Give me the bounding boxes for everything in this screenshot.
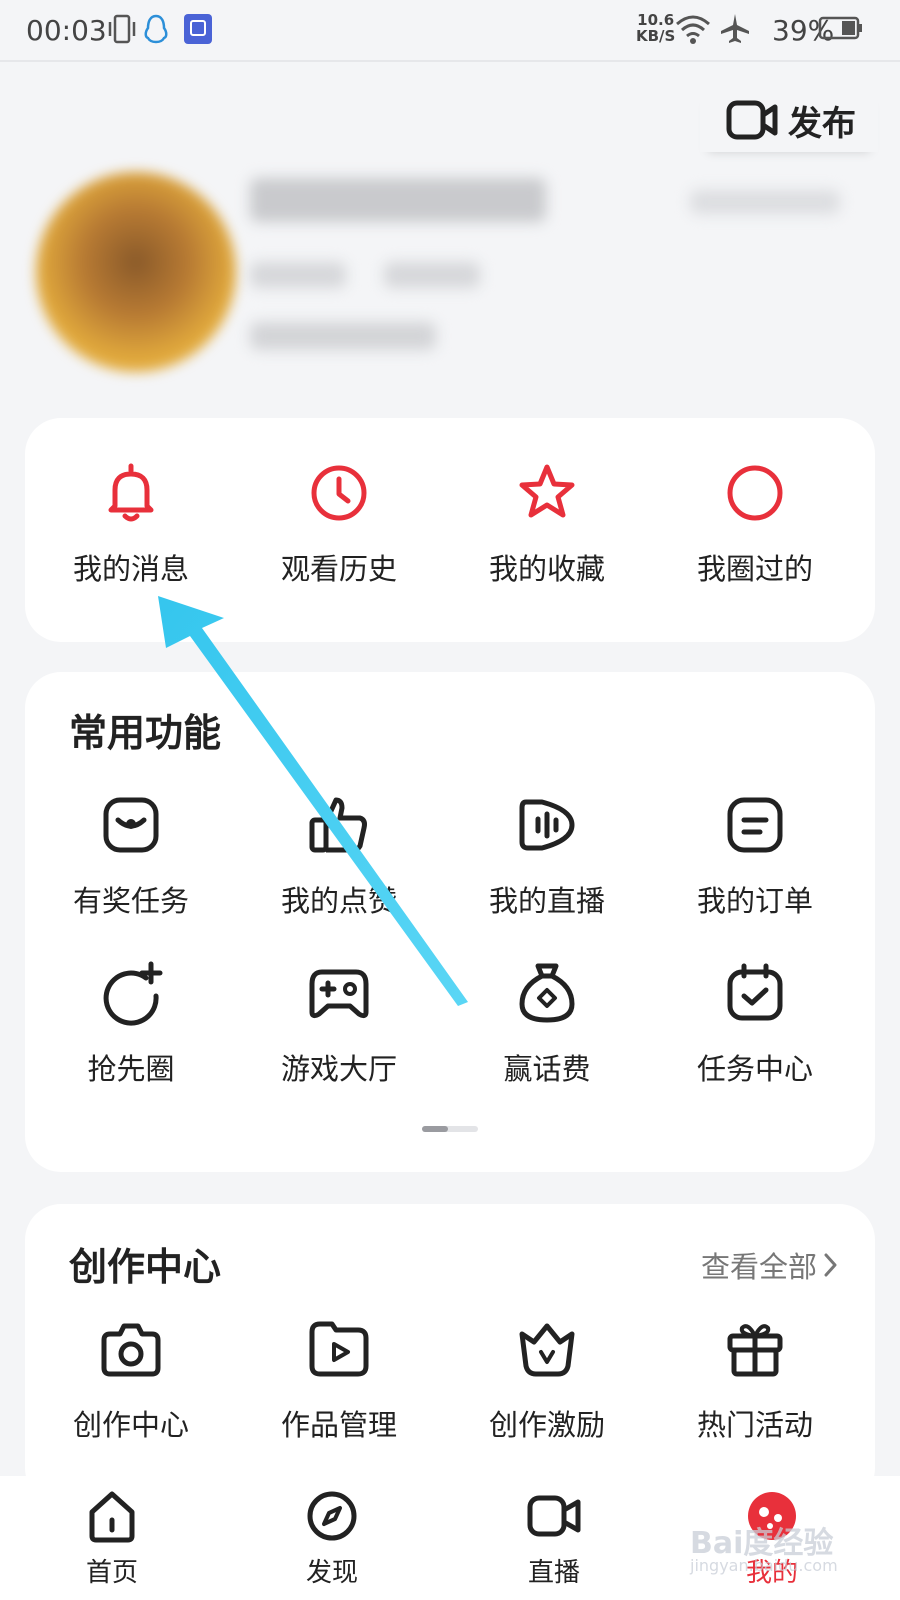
qq-icon: [144, 14, 168, 44]
function-task-center[interactable]: 任务中心: [649, 958, 861, 1088]
tab-label: 直播: [527, 1558, 580, 1588]
function-label: 任务中心: [696, 1052, 813, 1086]
creation-center-card: 创作中心 查看全部 创作中心 作品管理 创作激励 热门活动: [25, 1204, 875, 1504]
calendar-check-icon: [727, 963, 783, 1021]
creation-incentive[interactable]: 创作激励: [441, 1314, 653, 1444]
function-early-circle[interactable]: 抢先圈: [25, 958, 237, 1088]
camera-icon: [101, 1323, 161, 1377]
profile-link-redacted[interactable]: [690, 190, 840, 214]
quick-action-my-favorites[interactable]: 我的收藏: [441, 458, 653, 588]
profile-stat-redacted: [384, 262, 480, 288]
creation-hot-events[interactable]: 热门活动: [649, 1314, 861, 1444]
quick-action-label: 我的收藏: [488, 552, 605, 586]
video-folder-icon: [309, 1321, 369, 1377]
tab-discover[interactable]: 发现: [272, 1488, 392, 1589]
quick-action-my-circled[interactable]: 我圈过的: [649, 458, 861, 588]
network-speed-unit: KB/S: [636, 27, 676, 45]
quick-actions-card: 我的消息 观看历史 我的收藏 我圈过的: [25, 418, 875, 642]
airplane-mode-icon: [721, 14, 749, 43]
battery-icon: [818, 16, 862, 40]
tab-label: 发现: [305, 1558, 358, 1588]
creation-label: 热门活动: [696, 1408, 813, 1442]
quick-action-watch-history[interactable]: 观看历史: [233, 458, 445, 588]
function-my-orders[interactable]: 我的订单: [649, 790, 861, 920]
gift-icon: [727, 1324, 783, 1377]
tab-home[interactable]: 首页: [52, 1488, 172, 1589]
function-label: 有奖任务: [72, 884, 189, 918]
live-stream-icon: [519, 799, 575, 851]
circle-icon: [727, 465, 783, 521]
creation-label: 创作中心: [72, 1408, 189, 1442]
function-label: 我的订单: [696, 884, 813, 918]
watermark-url: jingyan.baidu.com: [690, 1556, 838, 1575]
function-game-hall[interactable]: 游戏大厅: [233, 958, 445, 1088]
star-icon: [519, 464, 575, 518]
thumbs-up-icon: [309, 797, 367, 853]
function-label: 我的直播: [488, 884, 605, 918]
bell-icon: [108, 463, 154, 522]
network-speed: 10.6 KB/S: [636, 12, 675, 44]
section-title: 常用功能: [69, 711, 222, 755]
video-camera-icon: [527, 1495, 581, 1537]
function-my-live[interactable]: 我的直播: [441, 790, 653, 920]
circle-plus-icon: [103, 961, 163, 1026]
quick-action-label: 我的消息: [72, 552, 189, 586]
creation-label: 创作激励: [488, 1408, 605, 1442]
clock-icon: [311, 465, 367, 521]
function-label: 游戏大厅: [280, 1052, 397, 1086]
function-label: 赢话费: [503, 1052, 591, 1086]
status-bar: 00:03 10.6 KB/S 39%: [0, 0, 900, 62]
creation-label: 作品管理: [280, 1408, 397, 1442]
function-reward-tasks[interactable]: 有奖任务: [25, 790, 237, 920]
username-redacted: [250, 178, 546, 222]
quick-action-label: 观看历史: [280, 552, 397, 586]
view-all-label: 查看全部: [700, 1250, 817, 1284]
chevron-right-icon: [824, 1253, 837, 1277]
tab-label: 首页: [85, 1558, 138, 1588]
function-my-likes[interactable]: 我的点赞: [233, 790, 445, 920]
gamepad-icon: [309, 969, 369, 1019]
order-icon: [727, 797, 783, 853]
publish-label: 发布: [788, 103, 856, 144]
tab-live[interactable]: 直播: [494, 1488, 614, 1589]
view-all-link[interactable]: 查看全部: [701, 1244, 839, 1286]
creation-center-item[interactable]: 创作中心: [25, 1314, 237, 1444]
profile-info-redacted: [250, 322, 436, 350]
crown-icon: [519, 1323, 575, 1377]
function-label: 我的点赞: [280, 884, 397, 918]
publish-button[interactable]: 发布: [700, 88, 878, 152]
page-indicator: [422, 1126, 478, 1132]
status-time: 00:03: [26, 14, 107, 47]
quick-action-label: 我圈过的: [696, 552, 813, 586]
section-title: 创作中心: [69, 1245, 222, 1289]
page-indicator-current: [422, 1126, 448, 1132]
money-bag-icon: [519, 963, 575, 1023]
wifi-icon: [676, 15, 710, 44]
profile-stat-redacted: [250, 262, 346, 288]
function-label: 抢先圈: [87, 1052, 175, 1086]
creation-works-management[interactable]: 作品管理: [233, 1314, 445, 1444]
vibrate-icon: [108, 14, 136, 44]
video-camera-icon: [726, 100, 778, 140]
quick-action-my-messages[interactable]: 我的消息: [25, 458, 237, 588]
reward-task-icon: [103, 797, 159, 853]
common-functions-card: 常用功能 有奖任务 我的点赞 我的直播 我的订单 抢先圈 游戏大厅 赢话费 任务…: [25, 672, 875, 1172]
compass-icon: [307, 1491, 357, 1541]
app-notification-icon: [184, 14, 212, 44]
home-icon: [89, 1491, 135, 1543]
function-win-phone-credit[interactable]: 赢话费: [441, 958, 653, 1088]
avatar[interactable]: [36, 172, 236, 372]
